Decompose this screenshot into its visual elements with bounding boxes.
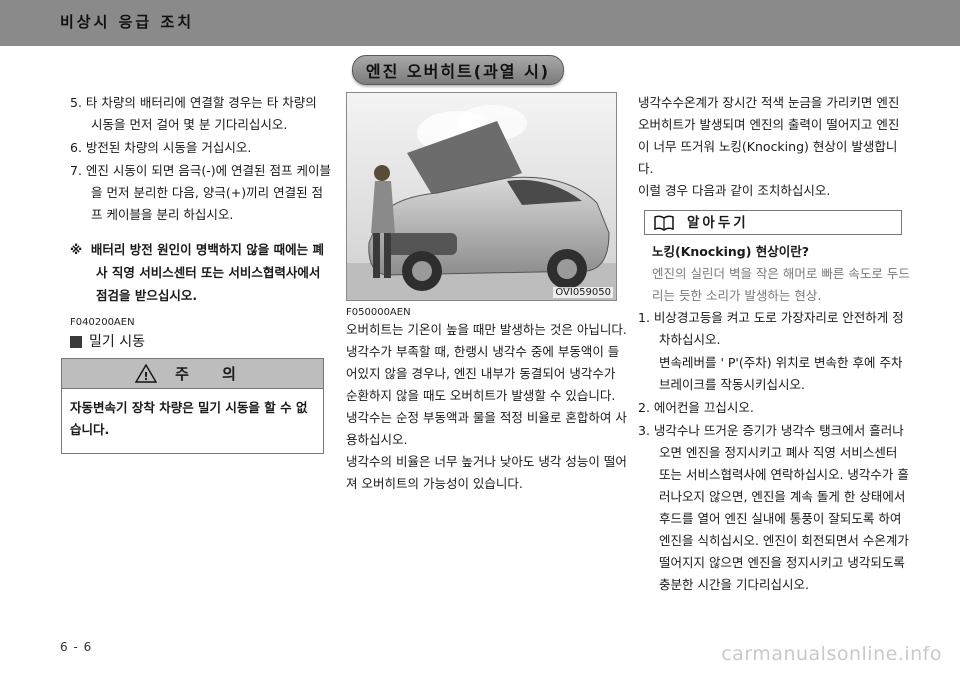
step-item: 변속레버를 ' P'(주차) 위치로 변속한 후에 주차 브레이크를 작동시키십…	[659, 355, 903, 392]
step-item: 2. 에어컨을 끄십시오.	[638, 400, 754, 415]
step-item: 3. 냉각수나 뜨거운 증기가 냉각수 탱크에서 흘러나오면 엔진을 정지시키고…	[638, 423, 909, 592]
warning-mark: !	[144, 370, 149, 383]
step-item: 1. 비상경고등을 켜고 도로 가장자리로 안전하게 정차하십시오.	[638, 310, 904, 347]
battery-notice: ※ 배터리 방전 원인이 명백하지 않을 때에는 폐사 직영 서비스센터 또는 …	[70, 238, 332, 307]
overheat-car-photo: OVI059050	[346, 92, 617, 301]
car-illustration	[347, 93, 616, 300]
step-item: 5. 타 차량의 배터리에 연결할 경우는 타 차량의 시동을 먼저 걸어 몇 …	[70, 95, 317, 132]
sub-heading: 밀기 시동	[70, 331, 332, 353]
intro-paragraph: 냉각수수온계가 장시간 적색 눈금을 가리키면 엔진 오버히트가 발생되며 엔진…	[638, 95, 900, 176]
watermark: carmanualsonline.info	[721, 643, 942, 665]
section-code: F040200AEN	[70, 317, 135, 328]
right-column: 냉각수수온계가 장시간 적색 눈금을 가리키면 엔진 오버히트가 발생되며 엔진…	[638, 92, 910, 597]
paragraph: 오버히트는 기온이 높을 때만 발생하는 것은 아닙니다.	[346, 322, 627, 337]
paragraph: 냉각수가 부족할 때, 한랭시 냉각수 중에 부동액이 들어있지 않을 경우나,…	[346, 344, 620, 403]
section-title: 엔진 오버히트(과열 시)	[352, 55, 564, 85]
tip-title: 알아두기	[687, 214, 749, 231]
square-bullet-icon	[70, 336, 82, 348]
paragraph: 냉각수는 순정 부동액과 물을 적정 비율로 혼합하여 사용하십시오.	[346, 410, 627, 447]
jump-start-steps: 5. 타 차량의 배터리에 연결할 경우는 타 차량의 시동을 먼저 걸어 몇 …	[70, 92, 332, 226]
warning-triangle-icon: !	[135, 364, 158, 383]
header-title: 비상시 응급 조치	[60, 13, 195, 31]
knocking-question: 노킹(Knocking) 현상이란?	[652, 244, 810, 259]
tip-box: 알아두기	[644, 210, 902, 235]
intro-paragraph-2: 이럴 경우 다음과 같이 조치하십시오.	[638, 183, 831, 198]
header-bar: 비상시 응급 조치	[0, 0, 960, 46]
section-code: F050000AEN	[346, 307, 411, 318]
book-icon	[654, 214, 674, 231]
caution-header: ! 주 의	[62, 359, 323, 389]
knocking-answer: 엔진의 실린더 벽을 작은 해머로 빠른 속도로 두드리는 듯한 소리가 발생하…	[652, 266, 910, 303]
paragraph: 냉각수의 비율은 너무 높거나 낮아도 냉각 성능이 떨어져 오버히트의 가능성…	[346, 454, 627, 491]
middle-column: F050000AEN 오버히트는 기온이 높을 때만 발생하는 것은 아닙니다.…	[346, 306, 628, 495]
left-column: 5. 타 차량의 배터리에 연결할 경우는 타 차량의 시동을 먼저 걸어 몇 …	[70, 92, 332, 353]
sub-heading-label: 밀기 시동	[89, 334, 145, 350]
photo-caption: OVI059050	[553, 287, 613, 298]
overheat-steps: 1. 비상경고등을 켜고 도로 가장자리로 안전하게 정차하십시오. 변속레버를…	[638, 307, 910, 596]
notice-mark: ※	[70, 242, 83, 257]
step-item: 6. 방전된 차량의 시동을 거십시오.	[70, 140, 252, 155]
caution-box: ! 주 의 자동변속기 장착 차량은 밀기 시동을 할 수 없습니다.	[61, 358, 324, 454]
notice-text: 배터리 방전 원인이 명백하지 않을 때에는 폐사 직영 서비스센터 또는 서비…	[90, 242, 324, 303]
caution-body: 자동변속기 장착 차량은 밀기 시동을 할 수 없습니다.	[70, 400, 308, 437]
caution-title: 주 의	[175, 365, 250, 383]
step-item: 7. 엔진 시동이 되면 음극(-)에 연결된 점프 케이블을 먼저 분리한 다…	[70, 163, 332, 222]
page-number: 6 - 6	[60, 640, 93, 654]
